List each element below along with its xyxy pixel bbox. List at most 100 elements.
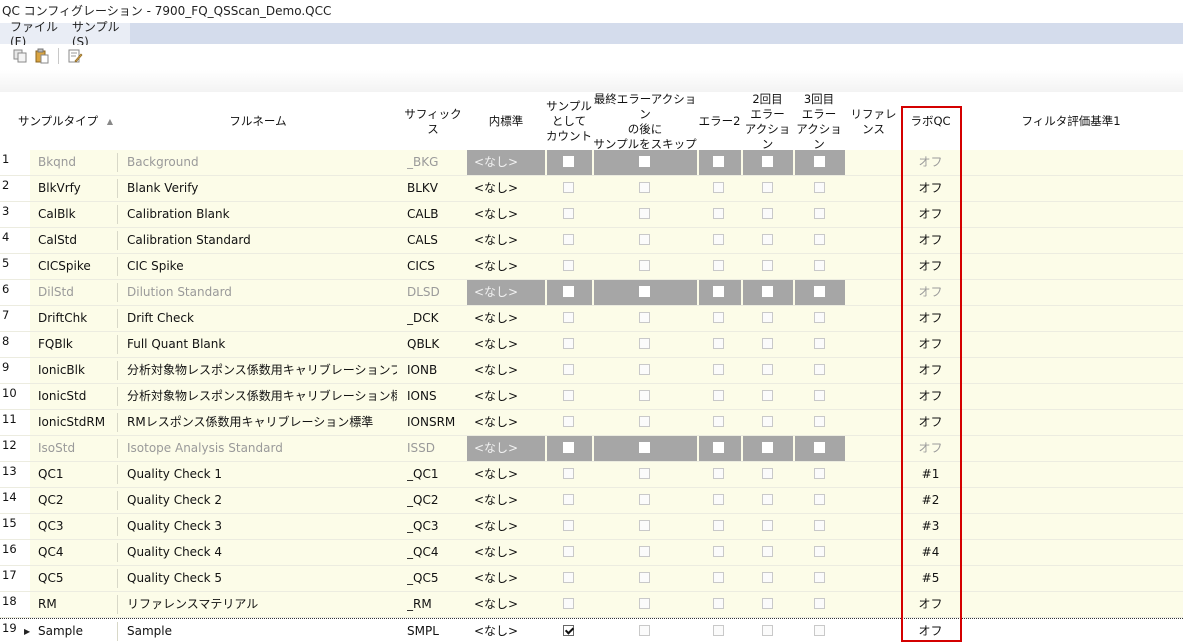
checkbox-count[interactable]: [563, 546, 574, 557]
checkbox-skip[interactable]: [639, 234, 650, 245]
checkbox-err2[interactable]: [713, 260, 724, 271]
cell-suffix[interactable]: SMPL: [407, 619, 465, 641]
cell-full-name[interactable]: Full Quant Blank: [127, 332, 397, 357]
cell-sample-type[interactable]: CalBlk: [38, 202, 116, 227]
checkbox-err2nd[interactable]: [762, 442, 773, 453]
checkbox-err3rd[interactable]: [814, 625, 825, 636]
cell-sample-type[interactable]: Bkqnd: [38, 150, 116, 175]
table-row[interactable]: 1 Bkqnd Background _BKG <なし> オフ: [0, 150, 1183, 176]
cell-sample-type[interactable]: RM: [38, 592, 116, 617]
table-row[interactable]: 14 QC2 Quality Check 2 _QC2 <なし> #2: [0, 488, 1183, 514]
checkbox-skip[interactable]: [639, 390, 650, 401]
checkbox-err2nd[interactable]: [762, 468, 773, 479]
checkbox-err2[interactable]: [713, 520, 724, 531]
checkbox-skip[interactable]: [639, 546, 650, 557]
header-error2[interactable]: エラー2: [697, 93, 742, 150]
checkbox-err2nd[interactable]: [762, 312, 773, 323]
checkbox-count[interactable]: [563, 572, 574, 583]
cell-full-name[interactable]: Blank Verify: [127, 176, 397, 201]
checkbox-count[interactable]: [563, 338, 574, 349]
cell-full-name[interactable]: Isotope Analysis Standard: [127, 436, 397, 461]
header-sample-type[interactable]: サンプルタイプ: [18, 93, 100, 150]
header-lab-qc[interactable]: ラボQC: [902, 93, 959, 150]
checkbox-err2nd[interactable]: [762, 390, 773, 401]
cell-suffix[interactable]: CICS: [407, 254, 465, 279]
checkbox-err3rd[interactable]: [814, 208, 825, 219]
cell-full-name[interactable]: Calibration Standard: [127, 228, 397, 253]
cell-sample-type[interactable]: CICSpike: [38, 254, 116, 279]
cell-full-name[interactable]: 分析対象物レスポンス係数用キャリブレーション標準: [127, 384, 397, 409]
cell-suffix[interactable]: _QC1: [407, 462, 465, 487]
cell-internal-standard[interactable]: <なし>: [474, 514, 544, 539]
checkbox-err2[interactable]: [713, 468, 724, 479]
checkbox-count[interactable]: [563, 598, 574, 609]
checkbox-skip[interactable]: [639, 598, 650, 609]
checkbox-err3rd[interactable]: [814, 156, 825, 167]
table-row[interactable]: 16 QC4 Quality Check 4 _QC4 <なし> #4: [0, 540, 1183, 566]
checkbox-err2[interactable]: [713, 182, 724, 193]
cell-full-name[interactable]: Quality Check 2: [127, 488, 397, 513]
cell-sample-type[interactable]: QC3: [38, 514, 116, 539]
table-row[interactable]: 19 ▶ Sample Sample SMPL <なし> オフ: [0, 618, 1183, 641]
checkbox-err2nd[interactable]: [762, 234, 773, 245]
cell-lab-qc[interactable]: #3: [902, 514, 959, 539]
checkbox-err3rd[interactable]: [814, 598, 825, 609]
cell-suffix[interactable]: DLSD: [407, 280, 465, 305]
checkbox-err3rd[interactable]: [814, 520, 825, 531]
checkbox-count[interactable]: [563, 234, 574, 245]
checkbox-err2[interactable]: [713, 286, 724, 297]
cell-lab-qc[interactable]: オフ: [902, 592, 959, 617]
cell-internal-standard[interactable]: <なし>: [474, 540, 544, 565]
checkbox-count[interactable]: [563, 260, 574, 271]
table-row[interactable]: 18 RM リファレンスマテリアル _RM <なし> オフ: [0, 592, 1183, 618]
row-number[interactable]: 5: [0, 254, 30, 279]
cell-suffix[interactable]: IONB: [407, 358, 465, 383]
row-number[interactable]: 16: [0, 540, 30, 565]
cell-sample-type[interactable]: QC4: [38, 540, 116, 565]
checkbox-err2nd[interactable]: [762, 156, 773, 167]
cell-suffix[interactable]: CALS: [407, 228, 465, 253]
header-second-error-action[interactable]: 2回目 エラー アクション: [742, 93, 793, 151]
cell-sample-type[interactable]: IonicStdRM: [38, 410, 116, 435]
checkbox-skip[interactable]: [639, 468, 650, 479]
cell-internal-standard[interactable]: <なし>: [474, 228, 544, 253]
cell-full-name[interactable]: Quality Check 5: [127, 566, 397, 591]
checkbox-err2[interactable]: [713, 312, 724, 323]
table-row[interactable]: 6 DilStd Dilution Standard DLSD <なし> オフ: [0, 280, 1183, 306]
cell-internal-standard[interactable]: <なし>: [474, 332, 544, 357]
cell-full-name[interactable]: Dilution Standard: [127, 280, 397, 305]
row-number[interactable]: 4: [0, 228, 30, 253]
checkbox-err3rd[interactable]: [814, 338, 825, 349]
checkbox-err3rd[interactable]: [814, 442, 825, 453]
checkbox-err2[interactable]: [713, 364, 724, 375]
checkbox-err3rd[interactable]: [814, 260, 825, 271]
row-number[interactable]: 7: [0, 306, 30, 331]
checkbox-err2nd[interactable]: [762, 260, 773, 271]
cell-lab-qc[interactable]: オフ: [902, 150, 959, 175]
cell-lab-qc[interactable]: オフ: [902, 384, 959, 409]
table-row[interactable]: 3 CalBlk Calibration Blank CALB <なし> オフ: [0, 202, 1183, 228]
header-internal-standard[interactable]: 内標準: [467, 93, 545, 150]
paste-icon[interactable]: [34, 48, 50, 64]
checkbox-err3rd[interactable]: [814, 546, 825, 557]
checkbox-count[interactable]: [563, 208, 574, 219]
checkbox-err3rd[interactable]: [814, 494, 825, 505]
checkbox-count[interactable]: [563, 442, 574, 453]
checkbox-err3rd[interactable]: [814, 286, 825, 297]
checkbox-skip[interactable]: [639, 625, 650, 636]
cell-full-name[interactable]: Quality Check 1: [127, 462, 397, 487]
cell-sample-type[interactable]: BlkVrfy: [38, 176, 116, 201]
cell-suffix[interactable]: CALB: [407, 202, 465, 227]
checkbox-skip[interactable]: [639, 572, 650, 583]
cell-full-name[interactable]: Quality Check 3: [127, 514, 397, 539]
checkbox-err2nd[interactable]: [762, 208, 773, 219]
row-number[interactable]: 6: [0, 280, 30, 305]
cell-full-name[interactable]: 分析対象物レスポンス係数用キャリブレーションブランク: [127, 358, 397, 383]
checkbox-err3rd[interactable]: [814, 182, 825, 193]
cell-sample-type[interactable]: QC1: [38, 462, 116, 487]
row-number[interactable]: 12: [0, 436, 30, 461]
checkbox-skip[interactable]: [639, 338, 650, 349]
cell-sample-type[interactable]: Sample: [38, 619, 116, 641]
cell-suffix[interactable]: _BKG: [407, 150, 465, 175]
checkbox-count[interactable]: [563, 156, 574, 167]
